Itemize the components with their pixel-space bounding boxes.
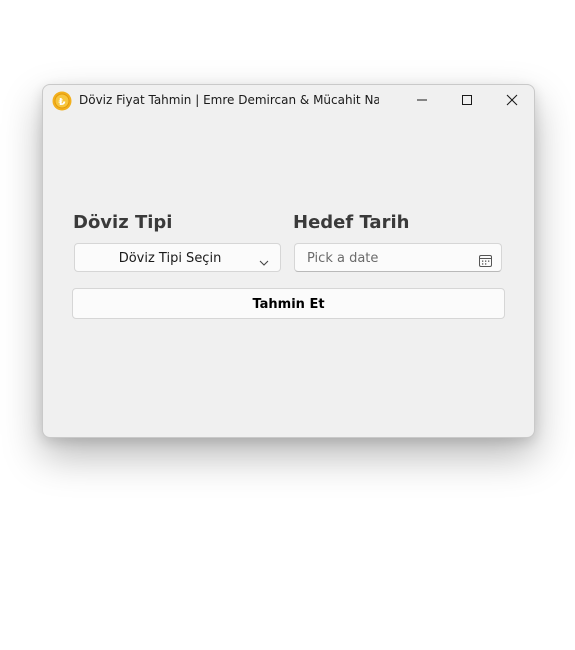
- date-placeholder: Pick a date: [307, 251, 379, 266]
- lira-coin-icon: ₺: [52, 91, 72, 111]
- close-button[interactable]: [489, 85, 534, 116]
- calendar-icon[interactable]: [479, 252, 492, 267]
- svg-text:₺: ₺: [59, 97, 66, 108]
- window-title: Döviz Fiyat Tahmin | Emre Demircan & Müc…: [79, 93, 379, 107]
- maximize-icon: [461, 91, 473, 110]
- currency-type-label: Döviz Tipi: [73, 212, 173, 233]
- minimize-icon: [416, 91, 428, 110]
- target-date-picker[interactable]: Pick a date: [294, 243, 502, 272]
- currency-type-selected-value: Döviz Tipi Seçin: [118, 251, 222, 266]
- chevron-down-icon: [258, 253, 270, 266]
- predict-button[interactable]: Tahmin Et: [72, 288, 505, 319]
- close-icon: [506, 91, 518, 110]
- predict-button-label: Tahmin Et: [252, 297, 325, 312]
- app-window: ₺ Döviz Fiyat Tahmin | Emre Demircan & M…: [42, 84, 535, 438]
- currency-type-dropdown[interactable]: Döviz Tipi Seçin: [74, 243, 281, 272]
- minimize-button[interactable]: [399, 85, 444, 116]
- target-date-label: Hedef Tarih: [293, 212, 410, 233]
- maximize-button[interactable]: [444, 85, 489, 116]
- title-bar[interactable]: ₺ Döviz Fiyat Tahmin | Emre Demircan & M…: [43, 85, 534, 116]
